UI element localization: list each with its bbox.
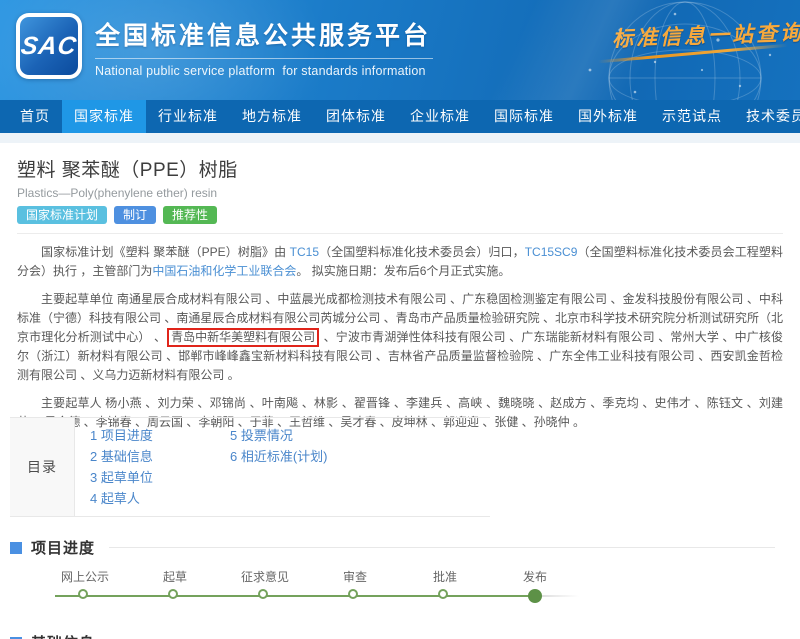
- slogan-brush-underline: [598, 44, 788, 64]
- nav-item-industry-standards[interactable]: 行业标准: [146, 100, 230, 133]
- nav-item-group-standards[interactable]: 团体标准: [314, 100, 398, 133]
- paragraph-drafting-units: 主要起草单位 南通星辰合成材料有限公司 、中蓝晨光成都检测技术有限公司 、广东稳…: [17, 290, 783, 385]
- step-dot-comments: [258, 589, 268, 599]
- highlighted-company: 青岛中新华美塑料有限公司: [167, 328, 319, 347]
- step-label-review: 审查: [305, 568, 405, 585]
- step-dot-review: [348, 589, 358, 599]
- toc-item-drafting-units[interactable]: 3 起草单位: [90, 467, 230, 488]
- page-title-en: Plastics—Poly(phenylene ether) resin: [17, 186, 783, 200]
- link-tc15[interactable]: TC15: [290, 245, 319, 259]
- site-title: 全国标准信息公共服务平台: [95, 16, 433, 52]
- site-header: SAC 全国标准信息公共服务平台 National public service…: [0, 0, 800, 100]
- step-label-comments: 征求意见: [215, 568, 315, 585]
- nav-item-home[interactable]: 首页: [8, 100, 62, 133]
- step-dot-public-notice: [78, 589, 88, 599]
- tag-formulate: 制订: [114, 206, 156, 224]
- tag-row: 国家标准计划 制订 推荐性: [17, 206, 783, 224]
- toc-item-drafters[interactable]: 4 起草人: [90, 488, 230, 509]
- page-title: 塑料 聚苯醚（PPE）树脂: [17, 155, 783, 182]
- sac-logo[interactable]: SAC: [16, 13, 82, 79]
- step-label-drafting: 起草: [125, 568, 225, 585]
- main-nav: 首页 国家标准 行业标准 地方标准 团体标准 企业标准 国际标准 国外标准 示范…: [0, 100, 800, 133]
- section-rule: [109, 547, 775, 548]
- step-label-public-notice: 网上公示: [35, 568, 135, 585]
- overview-text: 国家标准计划《塑料 聚苯醚（PPE）树脂》由: [41, 245, 290, 259]
- nav-item-national-standards[interactable]: 国家标准: [62, 100, 146, 133]
- nav-item-enterprise-standards[interactable]: 企业标准: [398, 100, 482, 133]
- toc-item-basic-info[interactable]: 2 基础信息: [90, 446, 230, 467]
- title-divider: [95, 58, 433, 59]
- toc-label: 目录: [10, 418, 75, 516]
- sac-logo-text: SAC: [19, 32, 79, 61]
- step-dot-drafting: [168, 589, 178, 599]
- sac-logo-badge: SAC: [20, 17, 78, 75]
- site-subtitle: National public service platform for sta…: [95, 64, 433, 78]
- overview-text: （全国塑料标准化技术委员会）归口，: [319, 245, 525, 259]
- section-marker-icon: [10, 542, 22, 554]
- toc-item-project-progress[interactable]: 1 项目进度: [90, 425, 230, 446]
- link-tc15sc9[interactable]: TC15SC9: [525, 245, 578, 259]
- step-dot-publication: [528, 589, 542, 603]
- nav-sub-strip: [0, 133, 800, 143]
- toc-item-similar-standards[interactable]: 6 相近标准(计划): [230, 446, 370, 467]
- step-label-publication: 发布: [485, 568, 585, 585]
- nav-item-technical-committees[interactable]: 技术委员会: [734, 100, 800, 133]
- step-dot-approval: [438, 589, 448, 599]
- tag-national-standard-plan: 国家标准计划: [17, 206, 107, 224]
- toc-column-1: 1 项目进度 2 基础信息 3 起草单位 4 起草人: [90, 425, 230, 509]
- link-competent-department[interactable]: 中国石油和化学工业联合会: [152, 264, 296, 278]
- timeline-line: [55, 595, 535, 597]
- toc-item-voting[interactable]: 5 投票情况: [230, 425, 370, 446]
- basic-info-section-title: 基础信息: [31, 632, 95, 639]
- overview-text: 。 拟实施日期：发布后6个月正式实施。: [296, 264, 510, 278]
- nav-item-international-standards[interactable]: 国际标准: [482, 100, 566, 133]
- main-content: 塑料 聚苯醚（PPE）树脂 Plastics—Poly(phenylene et…: [0, 143, 800, 639]
- nav-item-local-standards[interactable]: 地方标准: [230, 100, 314, 133]
- tag-recommended: 推荐性: [163, 206, 217, 224]
- progress-timeline: 网上公示 起草 征求意见 审查 批准 发布: [0, 555, 800, 627]
- step-label-approval: 批准: [395, 568, 495, 585]
- article-body: 国家标准计划《塑料 聚苯醚（PPE）树脂》由 TC15（全国塑料标准化技术委员会…: [0, 234, 800, 432]
- toc-column-2: 5 投票情况 6 相近标准(计划): [230, 425, 370, 509]
- toc-box: 目录 1 项目进度 2 基础信息 3 起草单位 4 起草人 5 投票情况 6 相…: [10, 417, 490, 517]
- nav-item-foreign-standards[interactable]: 国外标准: [566, 100, 650, 133]
- nav-item-pilot-projects[interactable]: 示范试点: [650, 100, 734, 133]
- globe-icon: [470, 0, 800, 100]
- paragraph-overview: 国家标准计划《塑料 聚苯醚（PPE）树脂》由 TC15（全国塑料标准化技术委员会…: [17, 243, 783, 281]
- basic-info-section-header: 基础信息: [10, 632, 95, 639]
